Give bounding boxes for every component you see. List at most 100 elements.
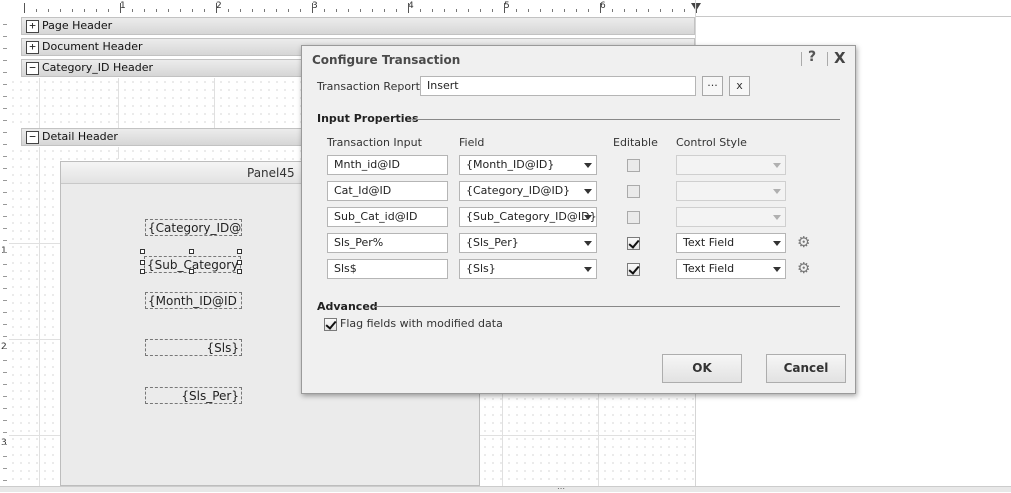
control-style-select[interactable] [676, 155, 786, 175]
vruler-tick [3, 264, 7, 265]
resize-handle[interactable] [189, 269, 194, 274]
ruler-tick [648, 9, 649, 12]
field-select[interactable]: {Sls_Per} [459, 233, 597, 253]
expand-toggle-icon[interactable]: + [26, 20, 39, 33]
vruler-tick [3, 324, 7, 325]
help-icon[interactable]: ? [808, 49, 816, 65]
control-style-select[interactable]: Text Field [676, 233, 786, 253]
chevron-down-icon [584, 267, 592, 272]
vruler-tick [3, 348, 7, 349]
band-page-header[interactable]: + Page Header [21, 17, 695, 35]
control-style-select[interactable] [676, 207, 786, 227]
horizontal-scrollbar[interactable] [0, 486, 1011, 492]
vruler-tick [3, 432, 7, 433]
transaction-input-field[interactable]: Mnth_id@ID [327, 155, 448, 175]
sls-per-field[interactable]: {Sls_Per} [145, 387, 242, 404]
vruler-tick [3, 444, 7, 445]
transaction-input-field[interactable]: Sls_Per% [327, 233, 448, 253]
chevron-down-icon [584, 241, 592, 246]
ruler-tick [540, 9, 541, 12]
section-divider [374, 306, 840, 307]
ruler-tick [420, 9, 421, 12]
field-select[interactable]: {Sub_Category_ID@ID} [459, 207, 597, 227]
panel-title: Panel45 [247, 166, 295, 180]
category-id-field[interactable]: {Category_ID@ [145, 219, 242, 236]
editable-checkbox[interactable] [627, 185, 640, 198]
transaction-report-input[interactable]: Insert [420, 76, 696, 96]
transaction-input-field[interactable]: Sub_Cat_id@ID [327, 207, 448, 227]
resize-handle[interactable] [237, 249, 242, 254]
editable-checkbox[interactable] [627, 211, 640, 224]
vruler-tick [3, 396, 7, 397]
vruler-tick [3, 240, 7, 241]
chevron-down-icon [584, 189, 592, 194]
gear-icon[interactable]: ⚙ [797, 261, 810, 276]
ruler-tick [240, 9, 241, 12]
ruler-tick [276, 9, 277, 12]
band-label: Category_ID Header [42, 61, 154, 74]
expand-toggle-icon[interactable]: + [26, 41, 39, 54]
vruler-mark: 1 [1, 246, 7, 256]
chevron-down-icon [584, 215, 592, 220]
close-icon[interactable]: X [834, 49, 846, 67]
browse-button[interactable]: ··· [702, 76, 723, 96]
ruler-tick [348, 9, 349, 12]
resize-handle[interactable] [189, 249, 194, 254]
field-select[interactable]: {Category_ID@ID} [459, 181, 597, 201]
ok-button[interactable]: OK [662, 354, 742, 383]
ruler-tick [324, 9, 325, 12]
ruler-tick [492, 9, 493, 12]
ruler-tick [552, 9, 553, 12]
ruler-tick [180, 9, 181, 12]
cancel-button[interactable]: Cancel [766, 354, 846, 383]
collapse-toggle-icon[interactable]: − [26, 62, 39, 75]
control-style-select[interactable] [676, 181, 786, 201]
ruler-tick [36, 9, 37, 12]
ruler-tick [24, 3, 25, 13]
vruler-tick [3, 276, 7, 277]
vruler-tick [3, 156, 7, 157]
ruler-tick [504, 3, 505, 13]
vruler-tick [3, 120, 7, 121]
sls-field[interactable]: {Sls} [145, 339, 242, 356]
editable-checkbox[interactable] [627, 159, 640, 172]
band-label: Detail Header [42, 130, 118, 143]
chevron-down-icon [773, 215, 781, 220]
field-select[interactable]: {Month_ID@ID} [459, 155, 597, 175]
editable-checkbox[interactable] [627, 237, 640, 250]
clear-button[interactable]: x [729, 76, 750, 96]
collapse-toggle-icon[interactable]: − [26, 131, 39, 144]
horizontal-ruler: 1 2 3 4 5 6 [0, 0, 705, 17]
month-id-field[interactable]: {Month_ID@ID [145, 292, 242, 309]
vruler-tick [3, 96, 7, 97]
ruler-tick [528, 9, 529, 12]
transaction-input-field[interactable]: Cat_Id@ID [327, 181, 448, 201]
transaction-input-field[interactable]: Sls$ [327, 259, 448, 279]
resize-handle[interactable] [237, 260, 242, 265]
column-header-transaction-input: Transaction Input [327, 136, 422, 149]
field-select[interactable]: {Sls} [459, 259, 597, 279]
resize-handle[interactable] [140, 260, 145, 265]
resize-handle[interactable] [140, 269, 145, 274]
ruler-tick [144, 9, 145, 12]
ruler-tick [408, 3, 409, 13]
resize-handle[interactable] [237, 269, 242, 274]
ruler-tick [72, 9, 73, 12]
band-label: Page Header [42, 19, 113, 32]
ruler-tick [336, 9, 337, 12]
flag-modified-checkbox[interactable] [324, 318, 337, 331]
ruler-extension [705, 0, 1011, 17]
field-select-value: {Sls} [466, 262, 496, 275]
flag-modified-label: Flag fields with modified data [340, 317, 503, 330]
ruler-tick [156, 9, 157, 12]
title-separator [801, 52, 802, 66]
vruler-tick [3, 216, 7, 217]
section-divider [412, 119, 840, 120]
vruler-tick [3, 132, 7, 133]
ruler-tick [312, 3, 313, 13]
editable-checkbox[interactable] [627, 263, 640, 276]
gear-icon[interactable]: ⚙ [797, 235, 810, 250]
control-style-select[interactable]: Text Field [676, 259, 786, 279]
splitter-grip-icon[interactable]: ⋯ [557, 485, 565, 493]
resize-handle[interactable] [140, 249, 145, 254]
